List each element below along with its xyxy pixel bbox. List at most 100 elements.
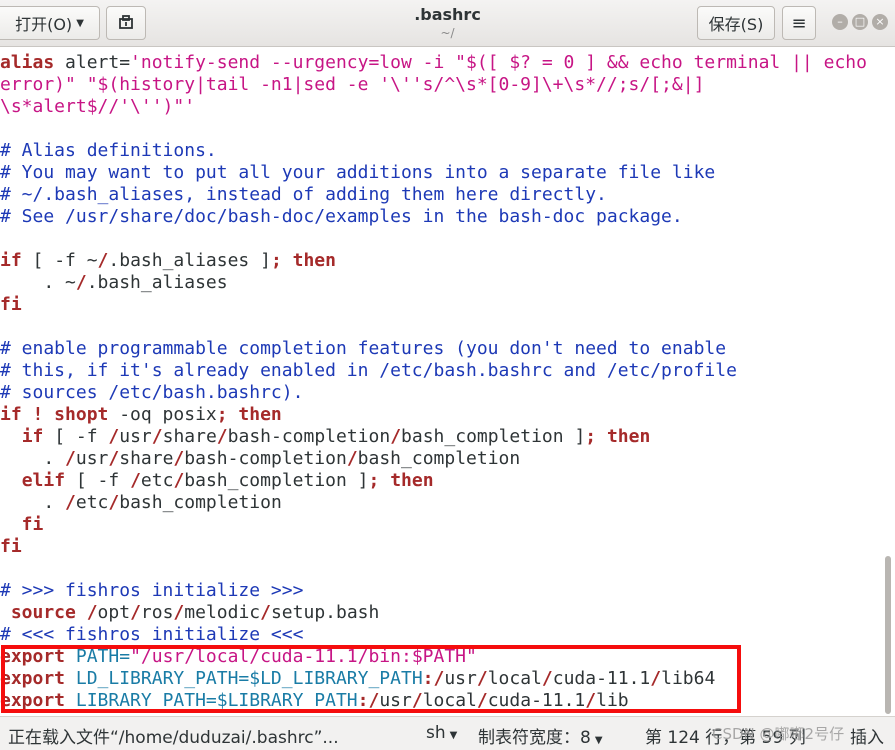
code-token: # sources /etc/bash.bashrc). [0,382,304,403]
code-token: bash_completion ] [401,426,586,447]
code-token: / [173,448,185,469]
code-line: fi [0,294,22,316]
code-token: # See /usr/share/doc/bash-doc/examples i… [0,206,683,227]
code-line: if [ -f /usr/share/bash-completion/bash_… [0,426,651,448]
code-token: fi [0,514,44,535]
language-selector[interactable]: sh ▼ [426,723,457,743]
code-line: if [ -f ~/.bash_aliases ]; then [0,250,336,272]
code-token: / [346,448,358,469]
code-token: error)" "$(history|tail -n1|sed -e '\''s… [0,74,705,95]
window-subtitle: ~/ [440,26,455,40]
window-title: .bashrc [414,5,481,24]
code-line: # sources /etc/bash.bashrc). [0,382,303,404]
code-token: / [86,602,98,623]
highlight-annotation-box [1,645,741,713]
code-line: . /usr/share/bash-completion/bash_comple… [0,448,520,470]
code-token: fi [0,536,22,557]
code-token: # ~/.bash_aliases, instead of adding the… [0,184,607,205]
code-token: share [119,448,174,469]
code-line: . /etc/bash_completion [0,492,282,514]
insert-mode-label: 插入 [850,728,884,748]
code-token: . ~ [0,272,76,293]
code-token: bash-completion [184,448,347,469]
code-token: / [216,426,228,447]
code-token: 'notify-send --urgency=low -i "$([ $? = … [130,52,867,73]
code-token: ros [140,602,174,623]
code-line: # this, if it's already enabled in /etc/… [0,360,737,382]
watermark-text: CSDN @嘟嘟2号仔 [712,725,845,743]
code-token: .bash_aliases ] [108,250,271,271]
code-token: / [97,250,109,271]
loading-status-text: 正在载入文件“/home/duduzai/.bashrc”... [8,728,339,748]
code-token: / [108,426,120,447]
code-token: bash_completion [357,448,521,469]
code-line: source /opt/ros/melodic/setup.bash [0,602,380,624]
code-token: / [65,448,76,469]
tab-width-label: 制表符宽度：8 [478,728,591,748]
tab-width-selector[interactable]: 制表符宽度：8 ▼ [478,723,603,748]
open-file-button[interactable]: 打开(O) ▼ [0,6,100,40]
vertical-scrollbar[interactable] [885,556,891,714]
new-document-button[interactable] [106,6,146,40]
hamburger-menu-icon: ≡ [791,12,807,34]
hamburger-menu-button[interactable]: ≡ [782,6,816,40]
code-token: / [108,492,120,513]
code-token: -oq posix [108,404,217,425]
code-token: # You may want to put all your additions… [0,162,716,183]
maximize-window-icon[interactable]: □ [852,14,868,30]
code-token: usr [119,426,152,447]
code-token: if [21,426,44,447]
close-window-icon[interactable]: × [872,14,888,30]
code-token: alert= [54,52,131,73]
code-token: setup.bash [270,602,380,623]
code-token: / [173,470,185,491]
code-token: # enable programmable completion feature… [0,338,727,359]
code-token: fi [0,294,22,315]
code-token: . [0,448,66,469]
code-token: [ -f [65,470,131,491]
code-line: # You may want to put all your additions… [0,162,715,184]
language-label: sh [426,723,446,743]
code-token: ; then [368,470,434,491]
code-token: # this, if it's already enabled in /etc/… [0,360,737,381]
code-token: / [130,602,141,623]
code-token: [ -f [43,426,109,447]
code-token: / [75,272,87,293]
code-line: elif [ -f /etc/bash_completion ]; then [0,470,434,492]
minimize-window-icon[interactable]: – [832,14,848,30]
code-token: etc [75,492,109,513]
header-bar: 打开(O) ▼ .bashrc ~/ 保存(S) ≡ – □ × [0,0,895,47]
code-token: # Alias definitions. [0,140,217,161]
code-line: # <<< fishros initialize <<< [0,624,303,646]
code-token: / [130,470,141,491]
code-token: / [65,492,76,513]
code-token: elif [21,470,66,491]
code-token: melodic [184,602,261,623]
code-token: . [0,492,66,513]
document-pin-icon [119,15,133,29]
code-token: \s*alert$//'\'')"' [0,96,196,117]
code-line: \s*alert$//'\'')"' [0,96,195,118]
code-token: / [151,426,163,447]
code-token: bash_completion [119,492,282,513]
code-line: # ~/.bash_aliases, instead of adding the… [0,184,607,206]
code-token: # >>> fishros initialize >>> [0,580,304,601]
code-token: [ -f ~ [21,250,98,271]
code-token: .bash_aliases [86,272,228,293]
save-button[interactable]: 保存(S) [697,6,775,40]
code-line: if ! shopt -oq posix; then [0,404,282,426]
code-token: bash-completion [227,426,391,447]
chevron-down-icon: ▼ [449,730,458,741]
code-token: / [390,426,402,447]
text-editor-area[interactable]: alias alert='notify-send --urgency=low -… [0,47,882,716]
code-token: ; then [585,426,651,447]
code-line: # See /usr/share/doc/bash-doc/examples i… [0,206,683,228]
code-token: # <<< fishros initialize <<< [0,624,304,645]
code-token: opt [97,602,131,623]
code-line: . ~/.bash_aliases [0,272,228,294]
code-token: alias [0,52,55,73]
code-token: share [162,426,217,447]
code-line: # Alias definitions. [0,140,217,162]
